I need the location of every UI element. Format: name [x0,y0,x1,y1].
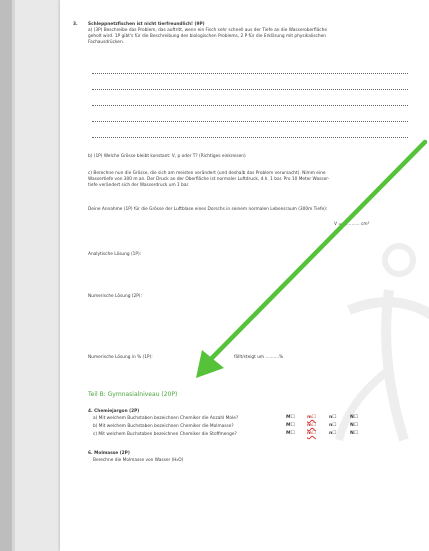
q3-title: Schleppnetzfischen ist nicht tierfreundl… [88,22,205,27]
window-left-edge [0,0,12,551]
q3b-text: b) (1P) Welche Grösse bleibt konstant: V… [88,154,246,159]
option-n[interactable]: n☐ [329,423,336,428]
section-b-heading: Teil B: Gymnasialniveau (20P) [88,391,178,398]
option-N[interactable]: N☐ [350,423,358,428]
option-M[interactable]: M☐ [286,431,295,436]
q3c-line3: tiefe verändert sich der Wasserdruck um … [88,183,190,188]
assumption-text: Deine Annahme (1P) für die Grösse der Lu… [88,207,328,212]
answer-line[interactable] [92,137,408,138]
answer-line[interactable] [92,121,408,122]
volume-field[interactable]: V = ............ cm³ [334,222,369,228]
option-m[interactable]: m☐ [307,423,316,428]
q3a-line3: Fachausdrücken. [88,40,125,45]
option-m[interactable]: m☐ [307,431,316,436]
q3-number: 3. [73,22,78,27]
answer-line[interactable] [92,89,408,90]
watermark-logo [335,243,429,442]
q4-item-c: c) Mit welchem Buchstaben bezeichnen Che… [93,432,237,437]
option-N[interactable]: N☐ [350,415,358,420]
window-left-edge-inner [12,0,15,551]
analytic-label: Analytische Lösung (1P): [88,252,142,257]
option-M[interactable]: M☐ [286,423,295,428]
q4-item-b: b) Mit welchem Buchstaben bezeichnen Che… [93,424,234,429]
answer-line[interactable] [92,73,408,74]
option-M[interactable]: M☐ [286,415,295,420]
q3a-line1: a) (3P) Beschreibe das Problem, das auft… [88,28,327,33]
q3c-line2: Wassertiefe von 300 m an. Der Druck an d… [88,177,330,182]
q3a-line2: geholt wird. 1P gibt's für die Beschreib… [88,34,326,39]
option-n[interactable]: n☐ [329,415,336,420]
document-page: 3. Schleppnetzfischen ist nicht tierfreu… [60,0,429,551]
q6-title: 6. Molmasse (2P) [88,451,130,456]
percent-label: Numerische Lösung in % (1P): [88,355,153,360]
option-n[interactable]: n☐ [329,431,336,436]
percent-answer[interactable]: fällt/steigt um ..........% [234,355,283,361]
option-m[interactable]: m☐ [307,415,316,420]
q6-text: Berechne die Molmasse von Wasser (H₂O) [93,458,184,463]
q4-title: 4. Chemiejargon (2P) [88,409,140,414]
q4-item-a: a) Mit welchem Buchstaben bezeichnen Che… [93,416,239,421]
q3c-line1: c) Berechne nun die Grösse, die sich am … [88,171,326,176]
option-N[interactable]: N☐ [350,431,358,436]
numeric-label: Numerische Lösung (2P): [88,294,142,299]
answer-line[interactable] [92,105,408,106]
